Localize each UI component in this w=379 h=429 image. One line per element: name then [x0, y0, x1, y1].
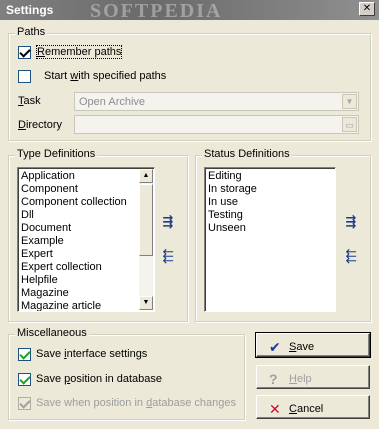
miscellaneous-group: Miscellaneous Save interface settings Sa… — [8, 327, 245, 420]
status-definitions-group: Status Definitions Editing In storage In u… — [195, 148, 371, 322]
type-list-item[interactable]: Expert collection — [21, 261, 127, 274]
task-combobox[interactable]: Open Archive ▼ — [74, 92, 359, 111]
checkmark-icon: ✔ — [269, 339, 281, 355]
save-when-changes-checkbox[interactable] — [18, 397, 31, 410]
cancel-button-label: Cancel — [289, 403, 324, 415]
save-button[interactable]: ✔ Save — [255, 332, 371, 358]
scroll-thumb[interactable] — [139, 184, 153, 256]
scroll-down-icon[interactable]: ▼ — [139, 296, 153, 310]
move-left-icon[interactable]: ⬱ — [341, 248, 361, 264]
cancel-button[interactable]: ✕ Cancel — [256, 395, 370, 419]
task-label: Task — [18, 95, 41, 107]
type-list-item[interactable]: Document — [21, 222, 127, 235]
status-definitions-list[interactable]: Editing In storage In use Testing Unseen — [204, 167, 336, 312]
close-button[interactable]: ✕ — [359, 2, 375, 16]
directory-label: Directory — [18, 119, 63, 131]
type-list-item[interactable]: Expert — [21, 248, 127, 261]
help-button-label: Help — [289, 373, 312, 385]
status-list-item[interactable]: Testing — [208, 209, 257, 222]
type-list-scrollbar[interactable]: ▲ ▼ — [139, 169, 153, 310]
status-list-item[interactable]: Unseen — [208, 222, 257, 235]
move-right-icon[interactable]: ⇶ — [158, 214, 178, 230]
help-button[interactable]: ? Help — [256, 365, 370, 389]
type-definitions-group: Type Definitions Application Component Com… — [8, 148, 188, 322]
title-bar: Settings SOFTPEDIA ✕ — [0, 0, 379, 22]
save-interface-checkbox[interactable] — [18, 348, 31, 361]
move-left-icon[interactable]: ⬱ — [158, 248, 178, 264]
directory-input[interactable]: ▭ — [74, 115, 359, 134]
help-icon: ? — [269, 371, 278, 387]
status-list-item[interactable]: In use — [208, 196, 257, 209]
move-right-icon[interactable]: ⇶ — [341, 214, 361, 230]
scroll-up-icon[interactable]: ▲ — [139, 169, 153, 183]
chevron-down-icon[interactable]: ▼ — [342, 94, 357, 109]
status-list-item[interactable]: Editing — [208, 170, 257, 183]
type-list-item[interactable]: Example — [21, 235, 127, 248]
type-list-item[interactable]: Magazine — [21, 287, 127, 300]
status-definitions-legend: Status Definitions — [202, 148, 292, 160]
save-button-label: Save — [289, 341, 315, 353]
save-position-checkbox[interactable] — [18, 373, 31, 386]
type-list-item[interactable]: Component collection — [21, 196, 127, 209]
watermark: SOFTPEDIA — [90, 0, 223, 22]
type-list-item[interactable]: Component — [21, 183, 127, 196]
type-list-item[interactable]: Magazine article — [21, 300, 127, 311]
type-list-item[interactable]: Dll — [21, 209, 127, 222]
type-list-item[interactable]: Application — [21, 170, 127, 183]
type-list-item[interactable]: Helpfile — [21, 274, 127, 287]
window-title: Settings — [6, 3, 54, 17]
paths-legend: Paths — [15, 26, 48, 38]
folder-icon[interactable]: ▭ — [342, 117, 357, 132]
start-specified-paths-label[interactable]: Start with specified paths — [44, 70, 166, 82]
task-value: Open Archive — [79, 96, 146, 108]
save-when-changes-label[interactable]: Save when position in database changes — [36, 397, 236, 409]
paths-group: Paths Remember paths Start with specifie… — [8, 26, 371, 141]
close-icon: ✕ — [269, 401, 281, 417]
remember-paths-checkbox[interactable] — [18, 46, 31, 59]
save-position-label[interactable]: Save position in database — [36, 373, 162, 385]
type-definitions-legend: Type Definitions — [15, 148, 98, 160]
type-definitions-list[interactable]: Application Component Component collection… — [17, 167, 155, 312]
start-specified-paths-checkbox[interactable] — [18, 70, 31, 83]
miscellaneous-legend: Miscellaneous — [15, 327, 89, 339]
save-interface-label[interactable]: Save interface settings — [36, 348, 147, 360]
remember-paths-label[interactable]: Remember paths — [35, 45, 123, 59]
status-list-item[interactable]: In storage — [208, 183, 257, 196]
